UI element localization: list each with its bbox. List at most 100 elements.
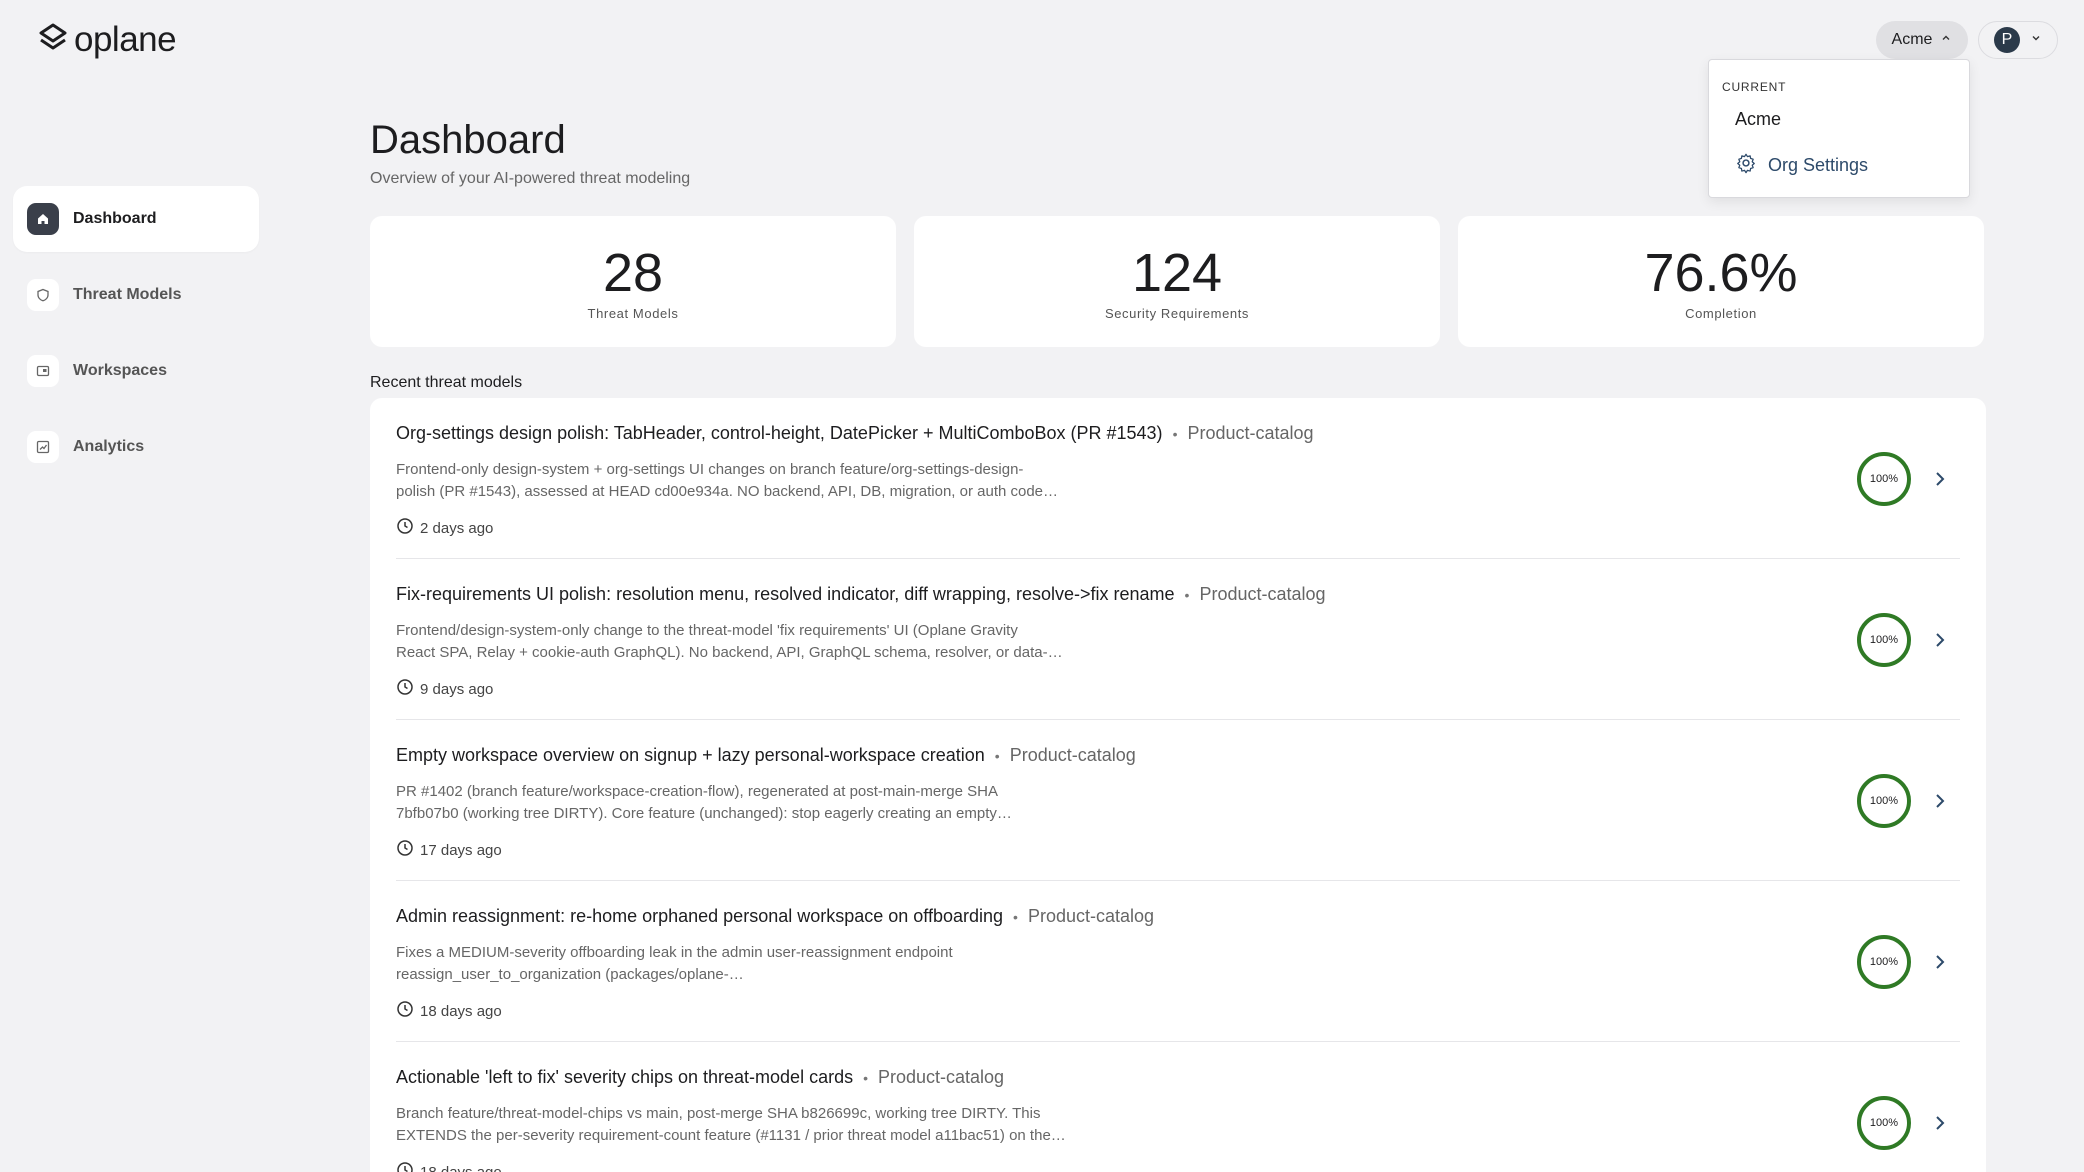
stat-label: Security Requirements: [1104, 306, 1250, 321]
org-settings-label: Org Settings: [1768, 155, 1869, 175]
oplane-logo-icon: [38, 23, 68, 58]
item-description-line: 7bfb07b0 (working tree DIRTY). Core feat…: [396, 805, 1012, 822]
user-menu-button[interactable]: P: [1978, 21, 2058, 59]
chevron-right-icon[interactable]: [1928, 467, 1952, 491]
item-description: PR #1402 (branch feature/workspace-creat…: [396, 781, 1116, 825]
sidebar-item-dashboard[interactable]: Dashboard: [13, 186, 259, 252]
stat-label: Threat Models: [587, 306, 679, 321]
progress-ring: 100%: [1857, 1096, 1911, 1150]
list-item[interactable]: Empty workspace overview on signup + laz…: [396, 720, 1960, 881]
progress-ring: 100%: [1857, 774, 1911, 828]
item-timestamp: 2 days ago: [396, 517, 493, 539]
chevron-right-icon[interactable]: [1928, 628, 1952, 652]
sidebar-item-threat-models[interactable]: Threat Models: [13, 262, 259, 328]
separator-dot: •: [1172, 425, 1178, 442]
dropdown-org-item-acme[interactable]: Acme: [1735, 109, 1781, 130]
clock-icon: [396, 678, 414, 700]
separator-dot: •: [1013, 908, 1018, 925]
item-description-line: Fixes a MEDIUM-severity offboarding leak…: [396, 944, 953, 961]
stat-card-security-requirements: 124 Security Requirements: [914, 216, 1440, 347]
logo-text: oplane: [74, 20, 177, 59]
chevron-right-icon[interactable]: [1928, 950, 1952, 974]
app-root: oplane Dashboard Threat Models Workspace…: [0, 0, 2084, 1172]
progress-ring: 100%: [1857, 452, 1911, 506]
item-description-line: React SPA, Relay + cookie-auth GraphQL).…: [396, 644, 1063, 661]
gear-icon: [1735, 152, 1757, 179]
item-header: Actionable 'left to fix' severity chips …: [396, 1067, 1004, 1088]
item-time-text: 18 days ago: [420, 1163, 502, 1172]
item-title[interactable]: Fix-requirements UI polish: resolution m…: [396, 584, 1175, 605]
org-settings-menu-item[interactable]: Org Settings: [1735, 152, 1868, 179]
chevron-right-icon[interactable]: [1928, 789, 1952, 813]
page-title: Dashboard: [370, 118, 566, 162]
clock-icon: [396, 1161, 414, 1172]
stat-value: 124: [1131, 243, 1223, 303]
item-title[interactable]: Org-settings design polish: TabHeader, c…: [396, 423, 1163, 444]
recent-section-title: Recent threat models: [370, 374, 523, 391]
clock-icon: [396, 517, 414, 539]
item-header: Org-settings design polish: TabHeader, c…: [396, 423, 1314, 444]
item-workspace: Product-catalog: [1199, 584, 1326, 604]
list-item[interactable]: Fix-requirements UI polish: resolution m…: [396, 559, 1960, 720]
separator-dot: •: [1184, 586, 1190, 603]
item-timestamp: 17 days ago: [396, 839, 502, 861]
org-switcher-button[interactable]: Acme: [1876, 21, 1968, 59]
progress-ring: 100%: [1857, 935, 1911, 989]
item-description: Frontend/design-system-only change to th…: [396, 620, 1116, 664]
item-description-line: Branch feature/threat-model-chips vs mai…: [396, 1105, 1041, 1122]
stat-card-completion: 76.6% Completion: [1458, 216, 1984, 347]
item-description: Branch feature/threat-model-chips vs mai…: [396, 1103, 1116, 1147]
item-title[interactable]: Actionable 'left to fix' severity chips …: [396, 1067, 853, 1088]
logo[interactable]: oplane: [38, 20, 177, 60]
org-dropdown-menu: CURRENT Acme Org Settings: [1708, 59, 1970, 198]
sidebar-item-label: Workspaces: [73, 362, 167, 379]
stat-value: 28: [602, 243, 664, 303]
clock-icon: [396, 839, 414, 861]
progress-ring: 100%: [1857, 613, 1911, 667]
item-header: Admin reassignment: re-home orphaned per…: [396, 906, 1154, 927]
item-description-line: polish (PR #1543), assessed at HEAD cd00…: [396, 483, 1059, 500]
item-timestamp: 18 days ago: [396, 1161, 502, 1172]
item-description: Frontend-only design-system + org-settin…: [396, 459, 1116, 503]
home-icon: [27, 203, 59, 235]
sidebar-item-label: Analytics: [73, 438, 145, 455]
item-time-text: 2 days ago: [420, 519, 494, 537]
org-switcher-label: Acme: [1891, 31, 1933, 48]
item-time-text: 9 days ago: [420, 680, 494, 698]
item-description-line: PR #1402 (branch feature/workspace-creat…: [396, 783, 998, 800]
clock-icon: [396, 1000, 414, 1022]
item-workspace: Product-catalog: [878, 1067, 1005, 1087]
chevron-right-icon[interactable]: [1928, 1111, 1952, 1135]
separator-dot: •: [994, 747, 1000, 764]
dropdown-current-label: CURRENT: [1722, 80, 1787, 94]
page-subtitle: Overview of your AI-powered threat model…: [370, 170, 691, 187]
item-description-line: Frontend/design-system-only change to th…: [396, 622, 1018, 639]
chevron-down-icon: [2030, 31, 2042, 49]
shield-icon: [27, 279, 59, 311]
item-timestamp: 9 days ago: [396, 678, 493, 700]
item-workspace: Product-catalog: [1009, 745, 1136, 765]
item-header: Fix-requirements UI polish: resolution m…: [396, 584, 1326, 605]
list-item[interactable]: Org-settings design polish: TabHeader, c…: [396, 398, 1960, 559]
item-time-text: 18 days ago: [420, 1002, 502, 1020]
item-description-line: EXTENDS the per-severity requirement-cou…: [396, 1127, 1066, 1144]
sidebar-item-analytics[interactable]: Analytics: [13, 414, 259, 480]
sidebar-item-label: Threat Models: [73, 286, 182, 303]
item-timestamp: 18 days ago: [396, 1000, 502, 1022]
stat-card-threat-models: 28 Threat Models: [370, 216, 896, 347]
item-description-line: Frontend-only design-system + org-settin…: [396, 461, 1024, 478]
item-description-line: reassign_user_to_organization (packages/…: [396, 966, 744, 983]
item-title[interactable]: Empty workspace overview on signup + laz…: [396, 745, 985, 766]
sidebar: Dashboard Threat Models Workspaces Analy…: [13, 186, 259, 490]
item-description: Fixes a MEDIUM-severity offboarding leak…: [396, 942, 1116, 986]
list-item[interactable]: Admin reassignment: re-home orphaned per…: [396, 881, 1960, 1042]
item-title[interactable]: Admin reassignment: re-home orphaned per…: [396, 906, 1003, 927]
item-time-text: 17 days ago: [420, 841, 502, 859]
item-workspace: Product-catalog: [1187, 423, 1314, 443]
sidebar-item-label: Dashboard: [73, 210, 157, 227]
analytics-icon: [27, 431, 59, 463]
sidebar-item-workspaces[interactable]: Workspaces: [13, 338, 259, 404]
stat-value: 76.6%: [1644, 243, 1798, 303]
workspace-icon: [27, 355, 59, 387]
list-item[interactable]: Actionable 'left to fix' severity chips …: [396, 1042, 1960, 1172]
